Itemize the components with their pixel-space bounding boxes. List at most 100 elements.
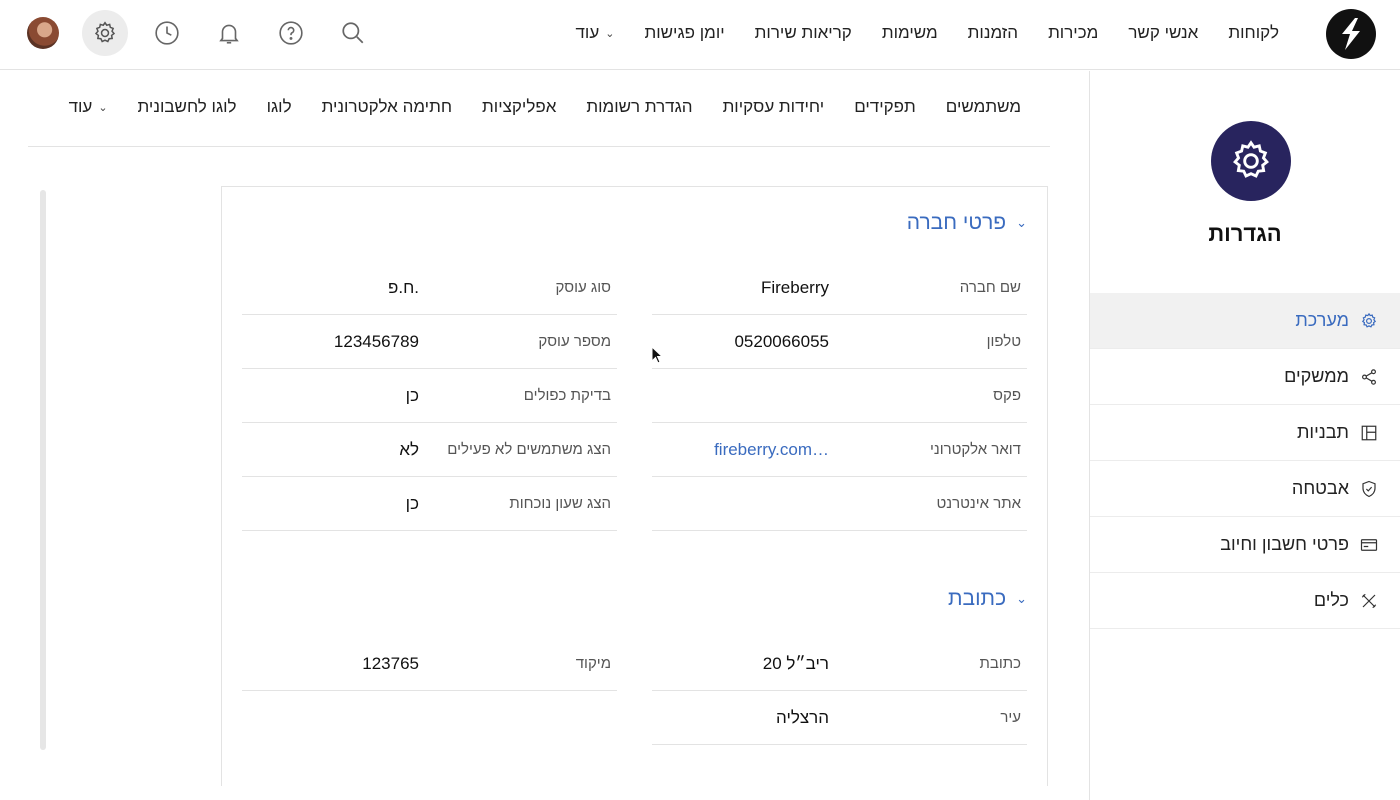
section-title: פרטי חברה <box>906 211 1007 234</box>
field-label: דואר אלקטרוני <box>929 441 1021 458</box>
tab-record-settings[interactable]: הגדרת רשומות <box>571 97 707 117</box>
field-label: טלפון <box>986 333 1021 350</box>
bell-icon <box>219 24 239 44</box>
field-value: ריב״ל 20 <box>762 654 829 673</box>
company-details-panel: ⌄ פרטי חברה שם חברה Fireberry טלפון 0520… <box>221 186 1048 786</box>
settings-button[interactable] <box>82 10 128 56</box>
sidebar-item-label: ממשקים <box>1284 366 1349 386</box>
chevron-down-icon: ⌄ <box>605 27 615 40</box>
field-value: Fireberry <box>760 278 829 297</box>
nav-sales[interactable]: מכירות <box>1033 23 1113 43</box>
tab-label: לוגו <box>266 97 292 116</box>
nav-label: לקוחות <box>1228 23 1279 42</box>
avatar <box>27 17 59 49</box>
field-zip[interactable]: מיקוד 123765 <box>242 637 617 691</box>
field-label: עיר <box>1000 709 1021 726</box>
help-button[interactable] <box>268 10 314 56</box>
field-fax[interactable]: פקס <box>652 369 1027 423</box>
nav-customers[interactable]: לקוחות <box>1213 23 1294 43</box>
nav-label: אנשי קשר <box>1128 23 1199 42</box>
gear-icon <box>1359 311 1379 331</box>
sidebar-item-label: מערכת <box>1295 310 1349 330</box>
tab-label: לוגו לחשבונית <box>137 97 237 116</box>
field-label: בדיקת כפולים <box>523 387 611 404</box>
field-value: 123765 <box>362 654 419 673</box>
field-show-inactive-users[interactable]: הצג משתמשים לא פעילים לא <box>242 423 617 477</box>
sidebar-item-tools[interactable]: כלים <box>1090 573 1400 629</box>
sidebar-item-label: פרטי חשבון וחיוב <box>1220 534 1349 554</box>
tab-label: משתמשים <box>945 97 1021 116</box>
main-nav: לקוחות אנשי קשר מכירות הזמנות משימות קרי… <box>561 0 1294 66</box>
top-navigation-bar: לקוחות אנשי קשר מכירות הזמנות משימות קרי… <box>0 0 1400 70</box>
clock-icon <box>155 21 179 45</box>
section-company-details[interactable]: ⌄ פרטי חברה <box>907 211 1027 235</box>
search-icon <box>342 22 364 44</box>
field-address[interactable]: כתובת ריב״ל 20 <box>652 637 1027 691</box>
tab-logo[interactable]: לוגו <box>252 97 307 117</box>
tools-icon <box>1359 591 1379 611</box>
field-email[interactable]: דואר אלקטרוני fireberry.com… <box>652 423 1027 477</box>
field-value: 0520066055 <box>734 332 829 351</box>
mouse-cursor-icon <box>651 346 664 364</box>
gear-icon <box>94 21 116 43</box>
tab-apps[interactable]: אפליקציות <box>467 97 571 117</box>
tab-business-units[interactable]: יחידות עסקיות <box>708 97 840 117</box>
tab-label: תפקידים <box>854 97 916 116</box>
section-address[interactable]: ⌄ כתובת <box>948 587 1027 611</box>
shield-icon <box>1359 479 1379 499</box>
nav-label: הזמנות <box>967 23 1019 42</box>
nav-service-calls[interactable]: קריאות שירות <box>740 23 867 43</box>
history-button[interactable] <box>144 10 190 56</box>
field-label: הצג שעון נוכחות <box>509 495 611 512</box>
nav-orders[interactable]: הזמנות <box>953 23 1033 43</box>
field-business-type[interactable]: סוג עוסק ח.פ. <box>242 261 617 315</box>
tab-label: עוד <box>68 97 93 116</box>
field-label: כתובת <box>979 655 1021 672</box>
nav-tasks[interactable]: משימות <box>867 23 953 43</box>
chevron-down-icon: ⌄ <box>1016 215 1027 230</box>
field-label: שם חברה <box>959 279 1021 296</box>
settings-badge <box>1211 121 1291 201</box>
card-icon <box>1359 535 1379 555</box>
field-label: סוג עוסק <box>555 279 611 296</box>
sidebar-item-billing[interactable]: פרטי חשבון וחיוב <box>1090 517 1400 573</box>
sidebar-item-system[interactable]: מערכת <box>1090 293 1400 349</box>
field-value: ח.פ. <box>387 278 419 297</box>
chevron-down-icon: ⌄ <box>98 101 108 114</box>
email-link[interactable]: fireberry.com… <box>714 423 829 477</box>
field-label: מספר עוסק <box>538 333 611 350</box>
field-label: הצג משתמשים לא פעילים <box>447 441 611 458</box>
field-value: הרצליה <box>776 708 829 727</box>
nav-more[interactable]: עוד ⌄ <box>561 23 630 43</box>
app-logo[interactable] <box>1326 9 1376 59</box>
search-button[interactable] <box>330 10 376 56</box>
nav-label: קריאות שירות <box>754 23 852 42</box>
field-show-attendance-clock[interactable]: הצג שעון נוכחות כן <box>242 477 617 531</box>
sidebar-item-security[interactable]: אבטחה <box>1090 461 1400 517</box>
field-value: לא <box>399 440 419 459</box>
sidebar-item-integrations[interactable]: ממשקים <box>1090 349 1400 405</box>
bolt-logo-icon <box>1342 18 1360 50</box>
tab-label: חתימה אלקטרונית <box>321 97 453 116</box>
tab-invoice-logo[interactable]: לוגו לחשבונית <box>123 97 252 117</box>
nav-contacts[interactable]: אנשי קשר <box>1113 23 1213 43</box>
tab-roles[interactable]: תפקידים <box>839 97 931 117</box>
field-website[interactable]: אתר אינטרנט <box>652 477 1027 531</box>
sidebar-item-templates[interactable]: תבניות <box>1090 405 1400 461</box>
settings-sidebar: הגדרות מערכת ממשקים תבניות אבטחה פרטי חש… <box>1089 71 1400 800</box>
nav-calendar[interactable]: יומן פגישות <box>629 23 739 43</box>
tab-users[interactable]: משתמשים <box>931 97 1036 117</box>
tab-e-signature[interactable]: חתימה אלקטרונית <box>307 97 467 117</box>
field-company-name[interactable]: שם חברה Fireberry <box>652 261 1027 315</box>
scrollbar[interactable] <box>40 190 46 750</box>
field-phone[interactable]: טלפון 0520066055 <box>652 315 1027 369</box>
field-duplicate-check[interactable]: בדיקת כפולים כן <box>242 369 617 423</box>
sidebar-item-label: אבטחה <box>1291 478 1349 498</box>
tab-label: אפליקציות <box>482 97 557 116</box>
nav-label: משימות <box>881 23 938 42</box>
user-avatar-button[interactable] <box>20 10 66 56</box>
field-city[interactable]: עיר הרצליה <box>652 691 1027 745</box>
notifications-button[interactable] <box>206 10 252 56</box>
tab-more[interactable]: עוד ⌄ <box>54 97 123 117</box>
field-business-number[interactable]: מספר עוסק 123456789 <box>242 315 617 369</box>
